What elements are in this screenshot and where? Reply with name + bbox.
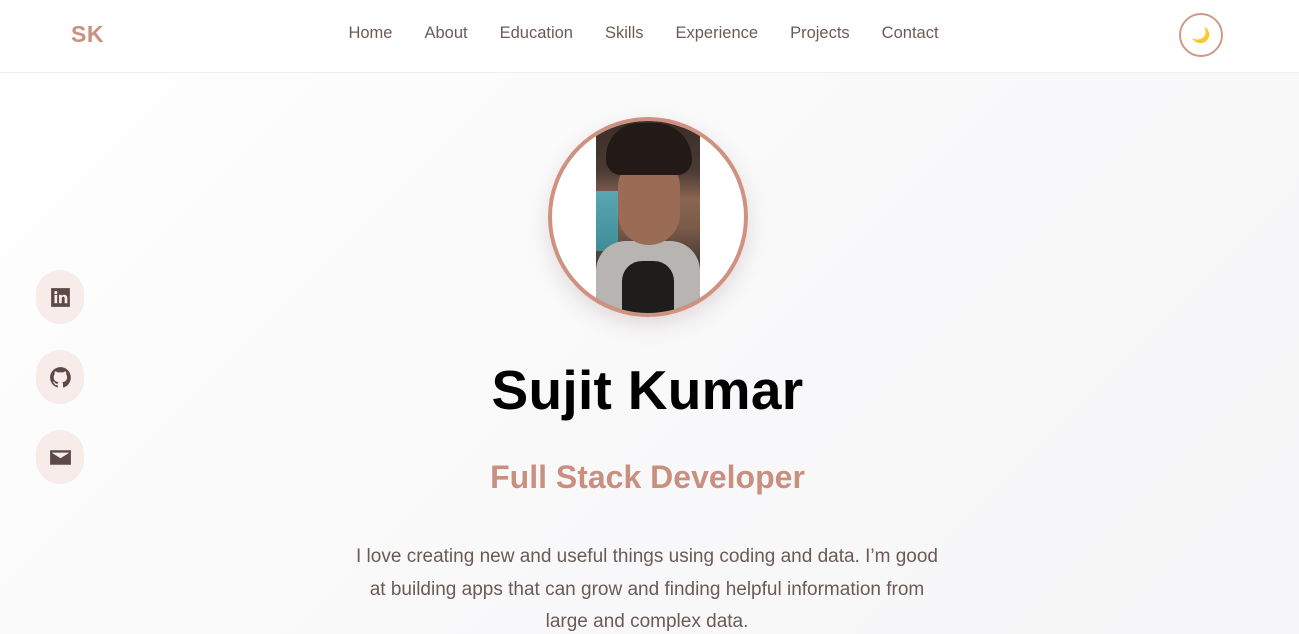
linkedin-icon: [50, 287, 70, 307]
navbar: SK Home About Education Skills Experienc…: [0, 0, 1299, 73]
profile-avatar: [548, 117, 748, 317]
nav-contact[interactable]: Contact: [882, 24, 939, 43]
main-nav: Home About Education Skills Experience P…: [0, 24, 1299, 43]
nav-experience[interactable]: Experience: [676, 24, 759, 43]
nav-projects[interactable]: Projects: [790, 24, 850, 43]
nav-about[interactable]: About: [424, 24, 467, 43]
hero-bio: I love creating new and useful things us…: [356, 546, 938, 632]
hero-name: Sujit Kumar: [491, 359, 804, 421]
nav-skills[interactable]: Skills: [605, 24, 644, 43]
theme-toggle-button[interactable]: 🌙: [1179, 13, 1223, 57]
linkedin-link[interactable]: [36, 270, 84, 324]
hero-role: Full Stack Developer: [490, 459, 805, 495]
profile-photo: [596, 121, 700, 313]
nav-education[interactable]: Education: [500, 24, 573, 43]
nav-home[interactable]: Home: [348, 24, 392, 43]
moon-icon: 🌙: [1191, 27, 1211, 44]
